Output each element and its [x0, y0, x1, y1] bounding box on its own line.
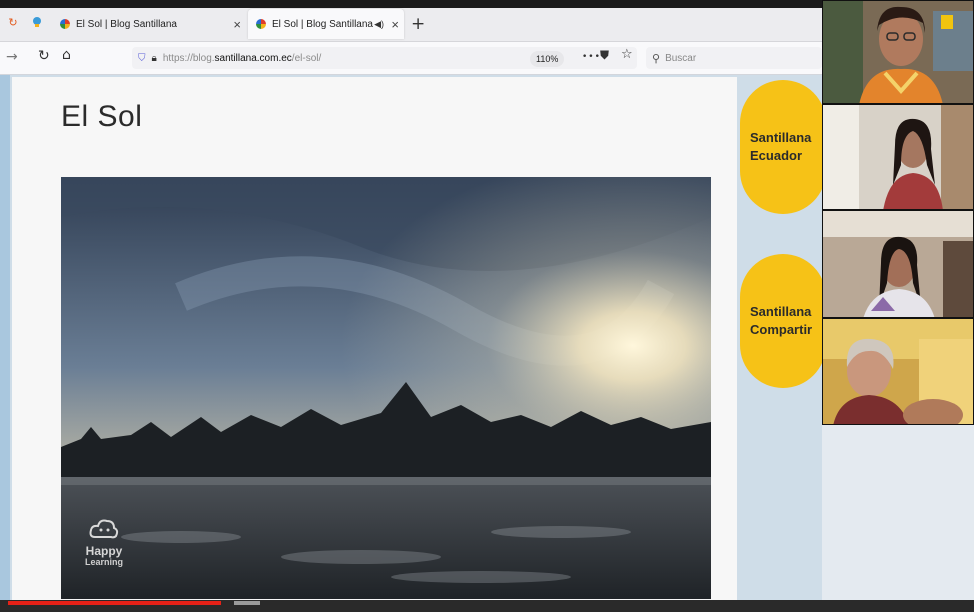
- page-left-strip: [0, 75, 10, 602]
- participant-video-student-3[interactable]: [822, 318, 974, 425]
- santillana-favicon-icon: [60, 19, 70, 29]
- santillana-favicon-icon: [256, 19, 266, 29]
- button-line-2: Ecuador: [750, 148, 803, 163]
- home-icon[interactable]: ⌂: [62, 47, 71, 63]
- tab-el-sol-2[interactable]: El Sol | Blog Santillana ◀) ×: [248, 9, 404, 39]
- reload-icon[interactable]: ↻: [38, 48, 50, 64]
- participant-video-student-2[interactable]: [822, 210, 974, 318]
- watermark-line-2: Learning: [84, 557, 123, 567]
- santillana-compartir-button[interactable]: Santillana Compartir: [740, 254, 826, 388]
- cloud-logo-icon: [89, 519, 119, 539]
- screen: ↻ El Sol | Blog Santillana × El Sol | Bl…: [0, 0, 974, 612]
- search-box[interactable]: ⚲ Buscar: [646, 47, 822, 69]
- more-actions-icon[interactable]: •••: [582, 52, 601, 62]
- button-line-1: Santillana: [750, 130, 812, 145]
- forward-arrow-icon[interactable]: →: [6, 49, 18, 65]
- search-icon: ⚲: [652, 52, 661, 65]
- page-title: El Sol: [61, 100, 143, 133]
- new-tab-button[interactable]: +: [411, 14, 425, 34]
- participant-video-teacher[interactable]: [822, 0, 974, 104]
- button-line-2: Compartir: [750, 322, 813, 337]
- url-path: /el-sol/: [291, 52, 322, 64]
- lock-icon[interactable]: 🔒︎: [152, 53, 157, 64]
- pocket-icon[interactable]: ⛊: [600, 48, 609, 63]
- participant-video-student-1[interactable]: [822, 104, 974, 210]
- sun-landscape-video[interactable]: Happy Learning: [61, 177, 711, 599]
- tracking-shield-icon[interactable]: ⛉: [138, 53, 146, 64]
- watermark-line-1: Happy: [85, 544, 123, 558]
- firefox-back-icon[interactable]: ↻: [6, 15, 20, 29]
- video-progress-fill[interactable]: [8, 601, 221, 605]
- search-placeholder: Buscar: [665, 52, 697, 64]
- tab-el-sol-1[interactable]: El Sol | Blog Santillana ×: [52, 9, 247, 39]
- zoom-indicator[interactable]: 110%: [530, 51, 565, 67]
- tab-label: El Sol | Blog Santillana: [272, 18, 373, 30]
- happy-learning-logo: Happy Learning: [83, 517, 125, 577]
- tab-close-icon[interactable]: ×: [233, 17, 241, 32]
- url-prefix: https://blog.: [162, 52, 215, 64]
- santillana-ecuador-button[interactable]: Santillana Ecuador: [740, 80, 826, 214]
- pinned-tab-icon[interactable]: [30, 15, 44, 29]
- bookmark-star-icon[interactable]: ☆: [621, 47, 633, 62]
- tab-label: El Sol | Blog Santillana: [76, 18, 177, 30]
- video-panel-background: [822, 425, 974, 600]
- tab-close-icon[interactable]: ×: [391, 17, 399, 32]
- video-buffered-bar: [234, 601, 260, 605]
- button-line-1: Santillana: [750, 304, 812, 319]
- speaker-icon[interactable]: ◀): [374, 19, 384, 30]
- url-host: santillana.com.ec: [214, 52, 292, 64]
